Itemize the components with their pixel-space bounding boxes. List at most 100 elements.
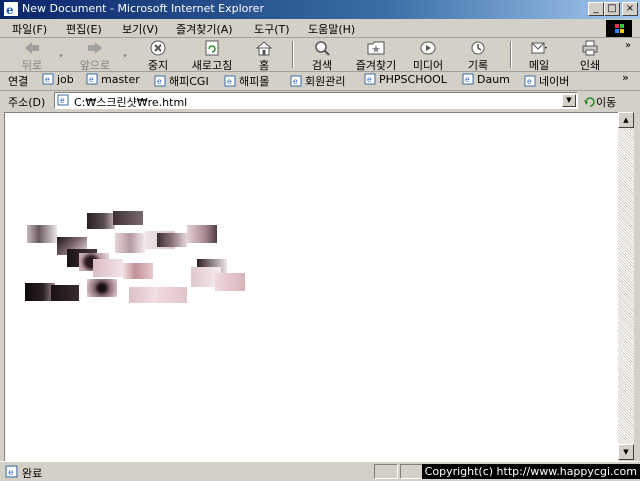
vertical-scrollbar[interactable]: ▲ ▼ [618, 112, 634, 460]
favorites-folder-icon [367, 41, 385, 55]
mail-button[interactable]: 메일 [522, 40, 556, 72]
scroll-up-button[interactable]: ▲ [618, 112, 634, 128]
toolbar-separator [292, 41, 294, 68]
link-naver[interactable]: e 네이버 [524, 73, 569, 89]
maximize-button[interactable]: □ [604, 2, 620, 16]
search-icon [315, 41, 330, 56]
puzzle-tile [87, 213, 115, 229]
refresh-button[interactable]: 새로고침 [186, 40, 238, 72]
menu-tools[interactable]: 도구(T) [254, 21, 290, 37]
back-button[interactable]: 뒤로 [12, 40, 52, 72]
media-button[interactable]: 미디어 [408, 40, 448, 72]
svg-text:e: e [45, 75, 50, 84]
media-icon [420, 41, 436, 55]
link-naver-label: 네이버 [539, 75, 570, 88]
menu-file[interactable]: 파일(F) [12, 21, 47, 37]
refresh-icon [205, 40, 219, 56]
puzzle-tile [51, 285, 79, 301]
minimize-button[interactable]: _ [588, 2, 604, 16]
svg-text:e: e [8, 468, 13, 478]
ie-logo-icon: e [4, 2, 18, 16]
menu-view[interactable]: 보기(V) [122, 21, 158, 37]
back-arrow-icon [25, 42, 39, 54]
svg-text:e: e [227, 77, 232, 86]
status-cell [374, 464, 398, 479]
link-master-label: master [101, 73, 140, 86]
address-bar: 주소(D) e C:₩스크린샷₩re.html ▼ 이동 [0, 91, 640, 111]
link-job-label: job [57, 73, 74, 86]
address-dropdown-button[interactable]: ▼ [562, 94, 576, 107]
link-happycgi[interactable]: e 해피CGI [154, 73, 209, 89]
print-button[interactable]: 인쇄 [574, 40, 606, 72]
status-cell [400, 464, 424, 479]
toolbar-separator [510, 41, 512, 68]
link-phpschool[interactable]: e PHPSCHOOL [364, 73, 447, 86]
standard-toolbar: 뒤로 ▾ 앞으로 ▾ 중지 새로고침 홈 검색 즐겨찾기 미디어 기록 메일 인 [0, 38, 640, 72]
address-input[interactable]: e C:₩스크린샷₩re.html ▼ [54, 92, 578, 109]
page-icon: e [57, 94, 69, 106]
page-icon: e [290, 75, 302, 87]
links-bar: 연결 e job e master e 해피CGI e 해피몰 e 회원관리 e PHPSC… [0, 71, 640, 91]
scroll-down-button[interactable]: ▼ [618, 444, 634, 460]
home-button[interactable]: 홈 [250, 40, 278, 72]
link-daum[interactable]: e Daum [462, 73, 510, 86]
link-happymall-label: 해피몰 [239, 75, 270, 88]
address-label: 주소(D) [8, 96, 46, 109]
menu-edit[interactable]: 편집(E) [66, 21, 102, 37]
history-icon [471, 41, 485, 55]
links-label: 연결 [8, 75, 29, 88]
menu-favorites[interactable]: 즐겨찾기(A) [176, 21, 233, 37]
stop-icon [150, 40, 166, 56]
print-icon [582, 40, 598, 56]
history-button[interactable]: 기록 [462, 40, 494, 72]
puzzle-tile [157, 233, 187, 247]
page-icon: e [86, 73, 98, 85]
status-bar: e 완료 Copyright(c) http://www.happycgi.co… [0, 461, 640, 481]
stop-button[interactable]: 중지 [140, 40, 176, 72]
puzzle-tile [115, 233, 145, 253]
page-icon: e [524, 75, 536, 87]
menu-bar: 파일(F) 편집(E) 보기(V) 즐겨찾기(A) 도구(T) 도움말(H) [0, 19, 640, 38]
link-member-label: 회원관리 [305, 75, 346, 88]
title-bar: e New Document - Microsoft Internet Expl… [0, 0, 640, 19]
toolbar-overflow-chevron[interactable]: » [622, 38, 634, 68]
page-done-icon: e [5, 465, 18, 478]
close-button[interactable]: × [622, 2, 638, 16]
puzzle-tile [129, 287, 159, 303]
page-content [4, 112, 619, 461]
link-phpschool-label: PHPSCHOOL [379, 73, 447, 86]
go-button[interactable]: 이동 [584, 94, 616, 110]
link-master[interactable]: e master [86, 73, 140, 86]
page-icon: e [364, 73, 376, 85]
page-icon: e [462, 73, 474, 85]
svg-text:e: e [60, 96, 65, 105]
svg-text:e: e [89, 75, 94, 84]
go-label: 이동 [596, 96, 617, 109]
svg-text:e: e [527, 77, 532, 86]
status-text: 완료 [22, 467, 43, 480]
link-member[interactable]: e 회원관리 [290, 73, 345, 89]
forward-arrow-icon [88, 42, 102, 54]
link-daum-label: Daum [477, 73, 510, 86]
puzzle-tile [87, 279, 117, 297]
svg-text:e: e [157, 77, 162, 86]
favorites-button[interactable]: 즐겨찾기 [350, 40, 402, 72]
windows-logo-icon [606, 20, 632, 37]
svg-text:e: e [6, 3, 14, 16]
links-overflow-chevron[interactable]: » [622, 71, 629, 84]
link-job[interactable]: e job [42, 73, 74, 86]
menu-help[interactable]: 도움말(H) [308, 21, 355, 37]
home-icon [255, 41, 273, 56]
page-icon: e [224, 75, 236, 87]
puzzle-tile [27, 225, 57, 243]
forward-button[interactable]: 앞으로 [72, 40, 118, 72]
puzzle-tile [123, 263, 153, 279]
search-button[interactable]: 검색 [304, 40, 340, 72]
puzzle-tile [157, 287, 187, 303]
link-happymall[interactable]: e 해피몰 [224, 73, 269, 89]
page-icon: e [42, 73, 54, 85]
puzzle-tile [215, 273, 245, 291]
copyright-banner: Copyright(c) http://www.happycgi.com [421, 464, 640, 479]
mail-icon [531, 42, 547, 54]
link-happycgi-label: 해피CGI [169, 75, 209, 88]
